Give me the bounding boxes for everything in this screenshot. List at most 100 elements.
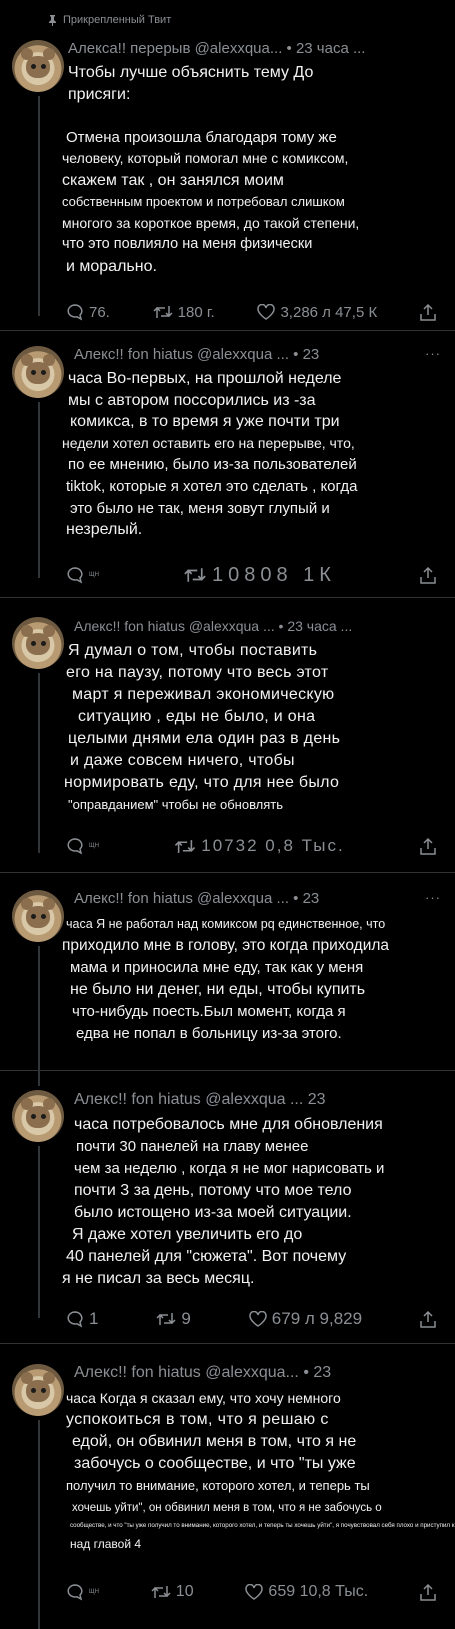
pinned-tweet-label: Прикрепленный Твит — [48, 14, 171, 26]
retweet-icon — [151, 1584, 171, 1600]
avatar[interactable] — [12, 40, 64, 92]
tweet-header[interactable]: Алекс!! fon hiatus @alexxqua ... • 23 — [74, 346, 319, 363]
tweet-line: почти 30 панелей на главу менее — [76, 1138, 309, 1155]
tweet-divider — [0, 330, 455, 331]
tweet-line: получил то внимание, которого хотел, и т… — [66, 1478, 370, 1493]
tweet-line: хочешь уйти", он обвинил меня в том, что… — [72, 1502, 382, 1514]
tweet-line: сообществе, и что "ты уже получил то вни… — [70, 1522, 455, 1529]
tweet-header[interactable]: Алекс!! fon hiatus @alexxqua ... • 23 — [74, 890, 319, 907]
tweet-line — [62, 105, 440, 127]
tweet-text: часа потребовалось мне для обновления по… — [62, 1114, 440, 1290]
thread-line — [38, 673, 40, 853]
tweet-line: человеку, который помогал мне с комиксом… — [62, 150, 349, 166]
pinned-label-text: Прикрепленный Твит — [63, 14, 172, 26]
tweet-line: tiktok, которые я хотел это сделать , ко… — [66, 477, 358, 495]
avatar[interactable] — [12, 346, 64, 398]
tweet-header[interactable]: Алекс!! fon hiatus @alexxqua ... 23 — [74, 1091, 326, 1109]
reply-count: ЩН — [89, 572, 99, 578]
avatar[interactable] — [12, 1364, 64, 1416]
share-icon — [420, 1310, 436, 1328]
tweet-divider — [0, 872, 455, 873]
tweet-actions: ЩН 10808 1К — [66, 563, 436, 587]
tweet-line: мама и приносила мне еду, так как у меня — [70, 959, 364, 976]
tweet-line: скажем так , он занялся моим — [62, 171, 284, 189]
tweet-line: часа Во-первых, на прошлой неделе — [68, 370, 342, 387]
reply-button[interactable]: ЩН — [66, 1583, 99, 1601]
tweet-divider — [0, 597, 455, 598]
thread-line — [38, 1146, 40, 1318]
tweet-text: часа Когда я сказал ему, что хочу немног… — [62, 1387, 455, 1555]
tweet-line: что это повлияло на меня физически — [62, 236, 313, 252]
reply-count: 76. — [89, 303, 110, 321]
tweet-line: почти 3 за день, потому что мое тело — [74, 1182, 352, 1199]
tweet-line: едва не попал в больницу из-за этого. — [76, 1025, 342, 1042]
tweet-actions: 76. 180 г. 3,286 л 47,5 К — [66, 300, 436, 324]
retweet-button[interactable]: 180 г. — [153, 304, 215, 321]
tweet-line: над главой 4 — [70, 1537, 142, 1551]
thread-line — [38, 1420, 40, 1629]
tweet-line: что-нибудь поесть.Был момент, когда я — [72, 1003, 346, 1020]
tweet-text: Чтобы лучше объяснить тему До присяги: О… — [62, 62, 440, 277]
tweet-line: целыми днями ела один раз в день — [68, 730, 341, 747]
reply-count: 1 — [89, 1309, 99, 1328]
tweet-line: приходило мне в голову, это когда приход… — [62, 937, 390, 954]
like-button[interactable]: 3,286 л 47,5 К — [257, 304, 377, 321]
tweet-line: нормировать еду, что для нее было — [64, 774, 340, 791]
tweet-line: комикса, в то время я уже почти три — [70, 413, 340, 431]
tweet-text: Я думал о том, чтобы поставить его на па… — [62, 640, 440, 816]
like-button[interactable]: 659 10,8 Тыс. — [245, 1583, 368, 1601]
tweet-header[interactable]: Алекс!! fon hiatus @alexxqua... • 23 — [74, 1364, 331, 1382]
share-icon — [420, 837, 436, 855]
like-button[interactable]: 679 л 9,829 — [249, 1309, 362, 1329]
retweet-button[interactable]: 9 — [156, 1309, 191, 1329]
tweet-line: я не писал за весь месяц. — [62, 1270, 255, 1287]
reply-button[interactable]: ЩН — [66, 566, 99, 584]
retweet-icon — [156, 1311, 176, 1327]
more-options-icon[interactable]: ··· — [425, 346, 441, 361]
thread-line — [38, 402, 40, 578]
share-icon — [420, 1583, 436, 1601]
retweet-count: 180 г. — [177, 303, 215, 321]
tweet-line: чем за неделю , когда я не мог нарисоват… — [74, 1160, 385, 1177]
like-count: 659 10,8 Тыс. — [268, 1583, 369, 1600]
retweet-button[interactable]: 10808 1К — [183, 564, 336, 587]
retweet-button[interactable]: 10 — [151, 1583, 194, 1601]
reply-icon — [66, 1310, 84, 1328]
tweet-header[interactable]: Алекса!! перерыв @alexxqua... • 23 часа … — [68, 40, 365, 57]
retweet-count: 10732 0,8 Тыс. — [201, 836, 345, 855]
retweet-button[interactable]: 10732 0,8 Тыс. — [174, 836, 344, 856]
retweet-icon — [183, 566, 207, 584]
thread-line — [38, 96, 40, 316]
tweet-line: часа Когда я сказал ему, что хочу немног… — [66, 1390, 341, 1406]
avatar[interactable] — [12, 890, 64, 942]
reply-icon — [66, 303, 84, 321]
tweet-line: присяги: — [68, 85, 131, 103]
like-count: 679 л 9,829 — [271, 1309, 363, 1328]
tweet-line: и даже совсем ничего, чтобы — [70, 752, 295, 769]
reply-button[interactable]: 76. — [66, 303, 110, 321]
share-button[interactable] — [420, 837, 436, 855]
reply-count: ЩН — [89, 1589, 99, 1595]
tweet-divider — [0, 1070, 455, 1071]
retweet-count: 9 — [181, 1309, 191, 1328]
tweet-line: Чтобы лучше объяснить тему До — [68, 64, 314, 81]
reply-button[interactable]: 1 — [66, 1309, 98, 1329]
share-button[interactable] — [420, 303, 436, 321]
reply-icon — [66, 1583, 84, 1601]
more-options-icon[interactable]: ··· — [425, 890, 441, 905]
tweet-line: по ее мнению, было из-за пользователей — [68, 456, 357, 474]
avatar[interactable] — [12, 617, 64, 669]
share-button[interactable] — [420, 566, 436, 584]
share-button[interactable] — [420, 1583, 436, 1601]
reply-icon — [66, 566, 84, 584]
thread-line — [38, 946, 40, 1086]
avatar[interactable] — [12, 1090, 64, 1142]
tweet-line: недели хотел оставить его на перерыве, ч… — [62, 434, 355, 451]
retweet-count: 10 — [175, 1583, 194, 1600]
share-button[interactable] — [420, 1310, 436, 1328]
tweet-actions: 1 9 679 л 9,829 — [66, 1307, 436, 1331]
reply-button[interactable]: ЩН — [66, 837, 99, 855]
tweet-header[interactable]: Алекс!! fon hiatus @alexxqua ... • 23 ча… — [74, 618, 352, 634]
tweet-line: Я думал о том, чтобы поставить — [68, 642, 318, 659]
tweet-line: многого за короткое время, до такой степ… — [62, 214, 360, 231]
